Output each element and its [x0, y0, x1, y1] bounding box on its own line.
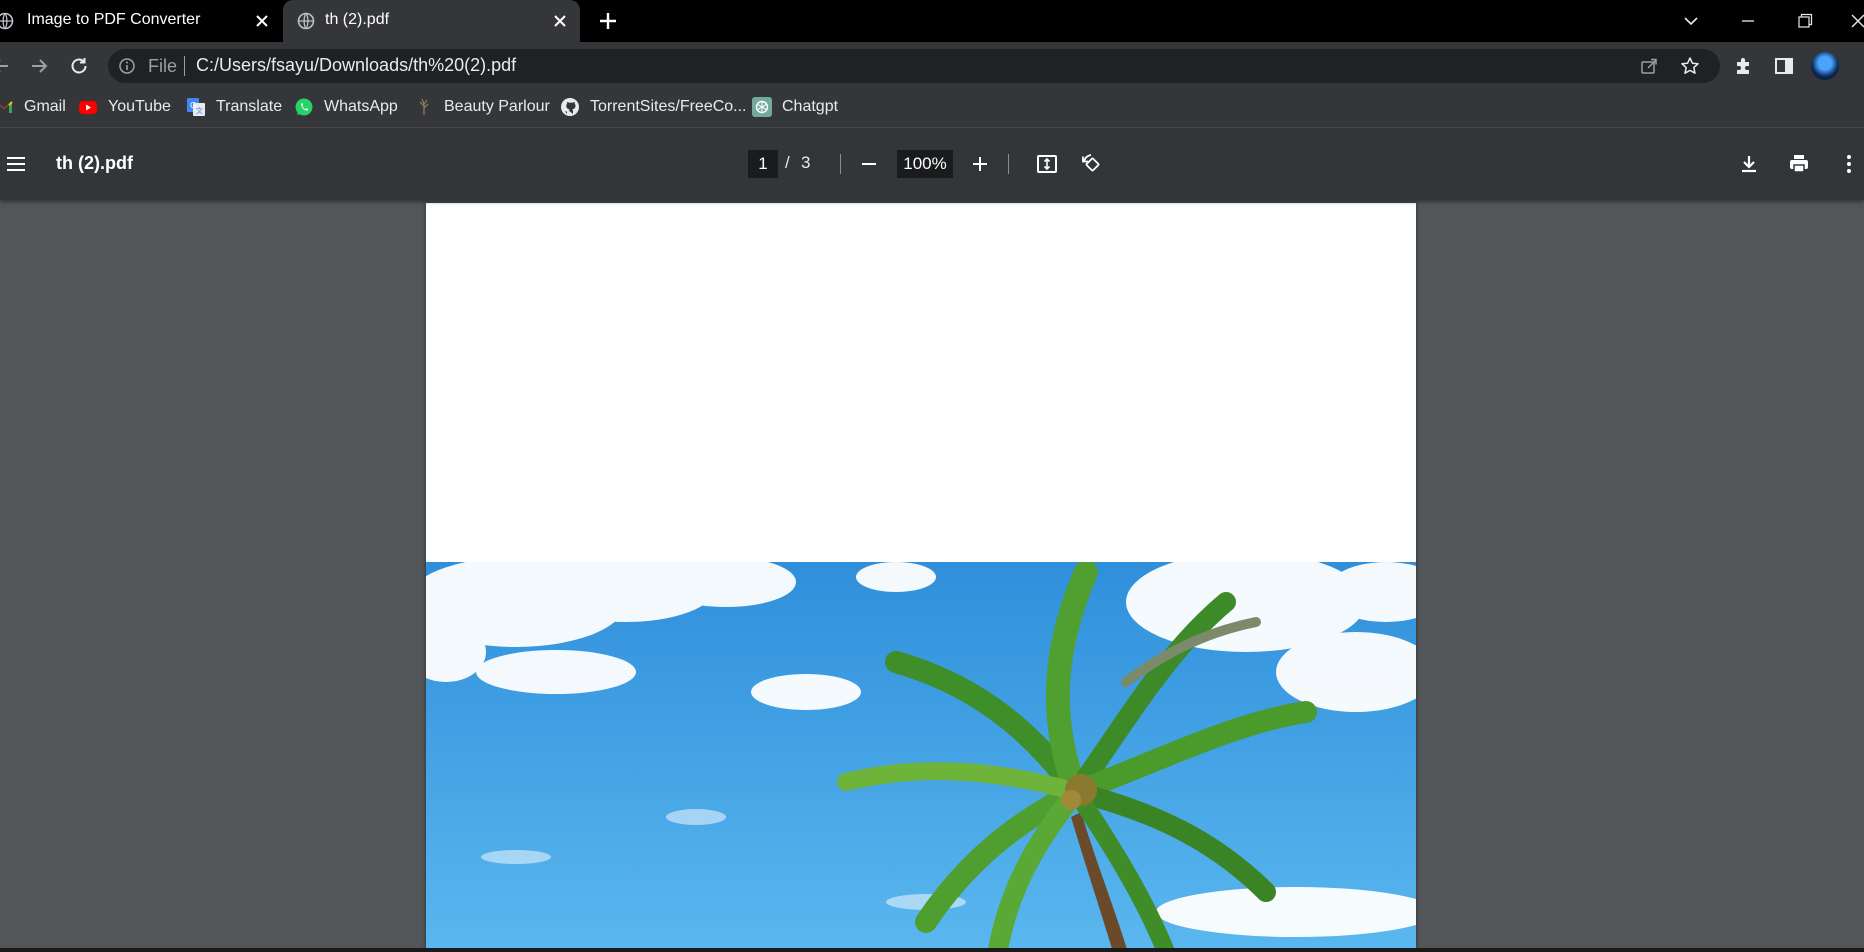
fit-to-page-icon[interactable]	[1035, 152, 1059, 176]
tab-th-2-pdf[interactable]: th (2).pdf	[283, 0, 580, 42]
globe-icon	[297, 12, 315, 30]
site-info-icon[interactable]	[118, 57, 136, 75]
hamburger-menu-icon[interactable]	[4, 152, 28, 176]
bookmark-label: WhatsApp	[324, 98, 398, 115]
bookmark-star-icon[interactable]	[1680, 56, 1700, 76]
restore-window-icon[interactable]	[1793, 9, 1817, 33]
forward-arrow-icon[interactable]	[28, 55, 50, 77]
close-tab-icon[interactable]	[253, 12, 271, 30]
reload-icon[interactable]	[68, 55, 90, 77]
url-text[interactable]: C:/Users/fsayu/Downloads/th%20(2).pdf	[196, 55, 516, 76]
palm-tree-image	[426, 562, 1416, 952]
bookmark-label: Translate	[216, 98, 283, 115]
pdf-title: th (2).pdf	[56, 153, 133, 173]
whatsapp-icon	[295, 98, 313, 116]
tab-title: th (2).pdf	[325, 11, 390, 28]
beauty-parlour-icon	[419, 98, 429, 115]
tab-image-to-pdf-converter[interactable]: Image to PDF Converter	[0, 0, 282, 42]
youtube-icon	[79, 101, 97, 114]
close-window-icon[interactable]	[1846, 9, 1864, 33]
svg-text:文: 文	[196, 106, 203, 115]
page-total: 3	[801, 153, 811, 172]
bookmark-torrentsites[interactable]: TorrentSites/FreeCo...	[560, 94, 747, 120]
print-icon[interactable]	[1787, 152, 1811, 176]
bookmark-translate[interactable]: G 文 Translate	[186, 94, 282, 120]
rotate-counterclockwise-icon[interactable]	[1080, 152, 1104, 176]
close-tab-icon[interactable]	[551, 12, 569, 30]
share-icon[interactable]	[1639, 56, 1659, 76]
url-divider	[184, 56, 185, 76]
pdf-document-area[interactable]	[0, 200, 1864, 952]
bookmark-youtube[interactable]: YouTube	[78, 94, 171, 120]
bookmark-beauty-parlour[interactable]: Beauty Parlour	[414, 94, 550, 120]
window-bottom-edge	[0, 948, 1864, 952]
new-tab-plus-icon[interactable]	[597, 10, 619, 32]
chatgpt-icon	[752, 97, 772, 117]
bookmark-gmail[interactable]: Gmail	[0, 94, 66, 120]
back-arrow-icon[interactable]	[0, 55, 12, 77]
gmail-icon	[0, 101, 13, 113]
bookmark-chatgpt[interactable]: Chatgpt	[752, 94, 838, 120]
more-options-icon[interactable]	[1837, 152, 1861, 176]
translate-icon: G 文	[187, 98, 205, 116]
profile-avatar[interactable]	[1811, 52, 1839, 80]
bookmark-label: TorrentSites/FreeCo...	[590, 98, 747, 115]
url-scheme-label: File	[148, 56, 178, 76]
tab-search-chevron-icon[interactable]	[1679, 9, 1703, 33]
minimize-window-icon[interactable]	[1736, 9, 1760, 33]
extensions-puzzle-icon[interactable]	[1733, 55, 1755, 77]
address-bar[interactable]: File C:/Users/fsayu/Downloads/th%20(2).p…	[108, 49, 1720, 83]
pdf-viewer-toolbar: th (2).pdf 1 / 3 100%	[0, 128, 1864, 200]
toolbar-divider	[1008, 154, 1009, 174]
github-icon	[561, 98, 579, 116]
bookmark-label: Gmail	[24, 98, 66, 115]
page-separator: /	[785, 153, 790, 172]
pdf-page	[426, 203, 1416, 952]
zoom-out-minus-icon[interactable]	[857, 152, 881, 176]
bookmarks-bar: Gmail YouTube G 文 Translate WhatsApp Bea…	[0, 88, 1864, 128]
globe-icon	[0, 12, 14, 30]
bookmark-label: Chatgpt	[782, 98, 839, 115]
browser-toolbar: File C:/Users/fsayu/Downloads/th%20(2).p…	[0, 42, 1864, 88]
bookmark-label: YouTube	[108, 98, 171, 115]
side-panel-icon[interactable]	[1773, 55, 1795, 77]
bookmark-label: Beauty Parlour	[444, 98, 550, 115]
page-number-input[interactable]: 1	[748, 150, 778, 178]
tab-title: Image to PDF Converter	[27, 11, 201, 28]
zoom-in-plus-icon[interactable]	[968, 152, 992, 176]
toolbar-divider	[840, 154, 841, 174]
bookmark-whatsapp[interactable]: WhatsApp	[294, 94, 398, 120]
zoom-level-input[interactable]: 100%	[897, 150, 953, 178]
tab-strip: Image to PDF Converter th (2).pdf	[0, 0, 1864, 42]
download-icon[interactable]	[1737, 152, 1761, 176]
